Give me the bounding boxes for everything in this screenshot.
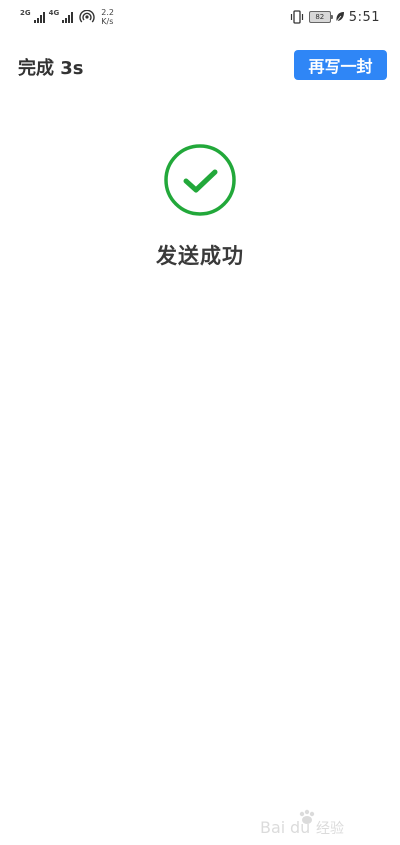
hotspot-icon [79, 10, 95, 23]
svg-text:经验: 经验 [316, 821, 344, 837]
status-right: 82 5:51 [289, 9, 380, 25]
baidu-watermark: Bai du 经验 [260, 809, 344, 837]
network-type-1: 2G [20, 9, 31, 17]
clock: 5:51 [348, 9, 380, 25]
battery-level: 82 [315, 13, 325, 21]
signal-1: 2G [20, 9, 45, 23]
done-button[interactable]: 完成 3s [18, 54, 84, 80]
svg-text:du: du [290, 818, 310, 837]
svg-text:Bai: Bai [260, 818, 285, 837]
vibrate-icon [290, 10, 303, 24]
signal-2: 4G [48, 9, 74, 23]
signal-bars-icon [62, 11, 74, 23]
success-message: 发送成功 [156, 244, 244, 268]
status-bar: 2G 4G 2.2 K/s 82 5:51 [0, 0, 400, 34]
signal-bars-icon [33, 11, 45, 23]
network-speed: 2.2 K/s [101, 8, 114, 26]
rewrite-button[interactable]: 再写一封 [294, 50, 387, 80]
status-left: 2G 4G 2.2 K/s [20, 8, 114, 26]
app-bar: 完成 3s 再写一封 [0, 46, 400, 86]
speed-unit: K/s [101, 17, 114, 26]
network-type-2: 4G [48, 9, 60, 17]
leaf-icon [335, 12, 344, 22]
battery-icon: 82 [308, 11, 333, 23]
check-circle-icon [164, 144, 236, 216]
speed-value: 2.2 [101, 8, 114, 17]
